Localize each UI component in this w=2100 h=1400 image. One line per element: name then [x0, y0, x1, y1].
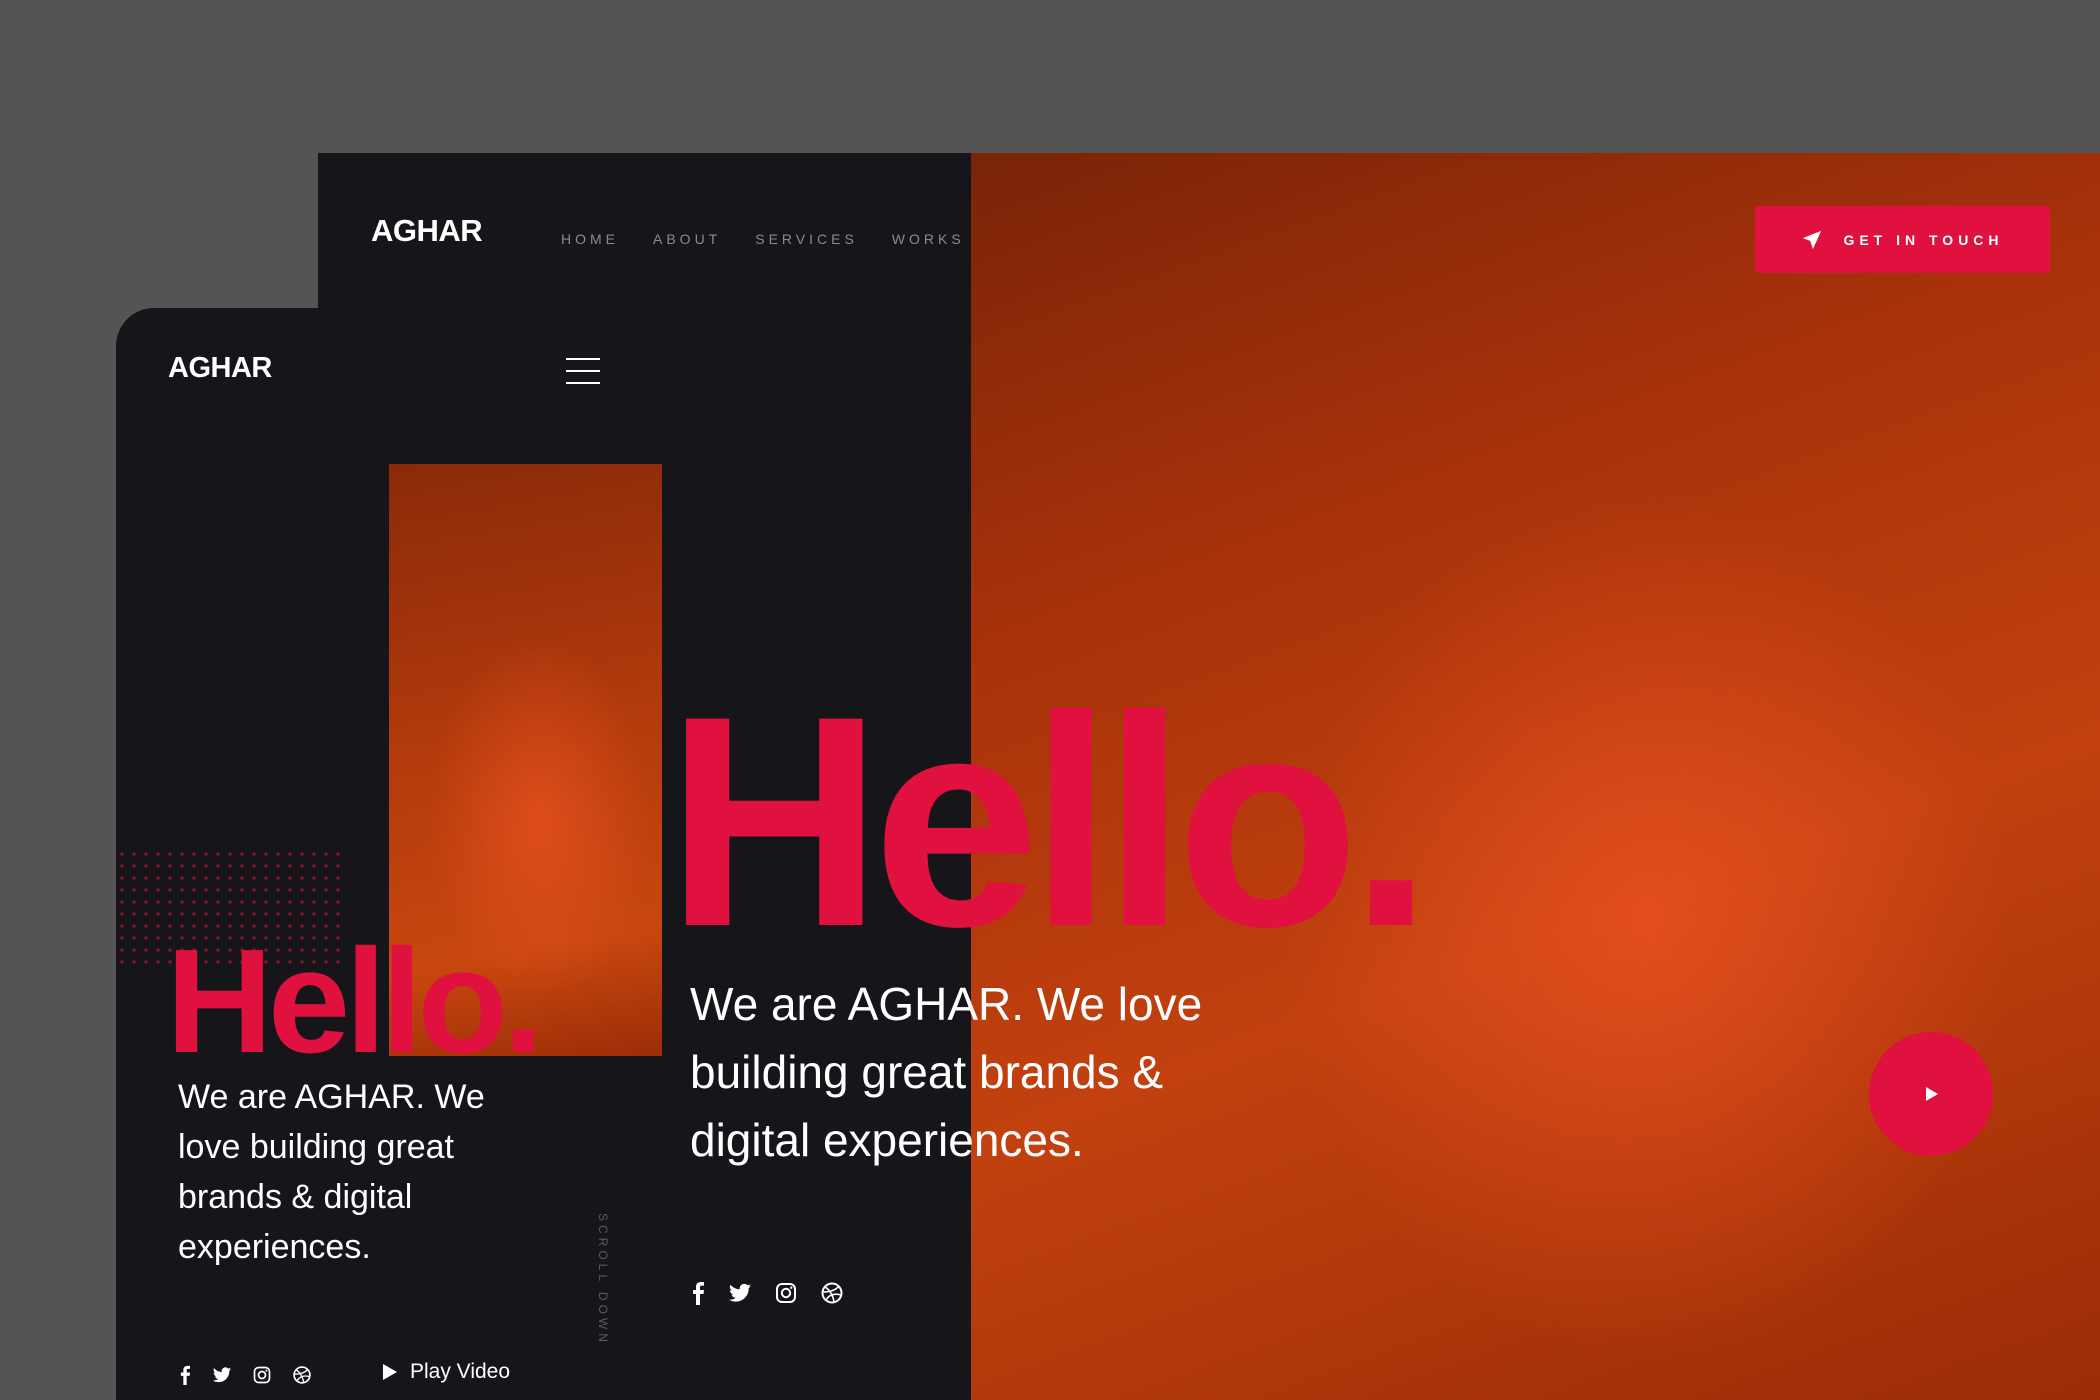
play-icon	[382, 1363, 398, 1381]
dribbble-icon[interactable]	[292, 1365, 312, 1385]
mobile-mockup: AGHAR Hello. We are AGHAR. We love build…	[116, 308, 662, 1400]
instagram-icon[interactable]	[252, 1365, 272, 1385]
mobile-logo[interactable]: AGHAR	[168, 352, 272, 385]
get-in-touch-label: GET IN TOUCH	[1843, 231, 2004, 248]
hero-title: Hello.	[666, 653, 1423, 989]
dribbble-icon[interactable]	[820, 1281, 844, 1305]
logo[interactable]: AGHAR	[371, 213, 483, 249]
facebook-icon[interactable]	[178, 1365, 192, 1385]
mobile-play-video-button[interactable]: Play Video	[382, 1360, 510, 1384]
scroll-down-label[interactable]: SCROLL DOWN	[596, 1213, 610, 1346]
get-in-touch-button[interactable]: GET IN TOUCH	[1755, 206, 2050, 273]
twitter-icon[interactable]	[212, 1365, 232, 1385]
mobile-hero-title: Hello.	[166, 919, 544, 1084]
nav-about[interactable]: ABOUT	[653, 231, 721, 247]
nav-services[interactable]: SERVICES	[755, 231, 858, 247]
mobile-social-links	[178, 1365, 312, 1385]
nav-home[interactable]: HOME	[561, 231, 619, 247]
twitter-icon[interactable]	[728, 1281, 752, 1305]
play-video-button[interactable]	[1869, 1032, 1993, 1156]
hamburger-menu-icon[interactable]	[566, 358, 600, 384]
mobile-hero-tagline: We are AGHAR. We love building great bra…	[178, 1078, 485, 1266]
instagram-icon[interactable]	[774, 1281, 798, 1305]
play-icon	[1921, 1084, 1941, 1104]
facebook-icon[interactable]	[690, 1281, 706, 1305]
hero-tagline: We are AGHAR. We love building great bra…	[690, 978, 1203, 1166]
main-nav: HOME ABOUT SERVICES WORKS	[561, 231, 999, 247]
play-video-label: Play Video	[410, 1360, 511, 1383]
paper-plane-icon	[1801, 229, 1823, 251]
nav-works[interactable]: WORKS	[892, 231, 965, 247]
social-links	[690, 1281, 844, 1305]
